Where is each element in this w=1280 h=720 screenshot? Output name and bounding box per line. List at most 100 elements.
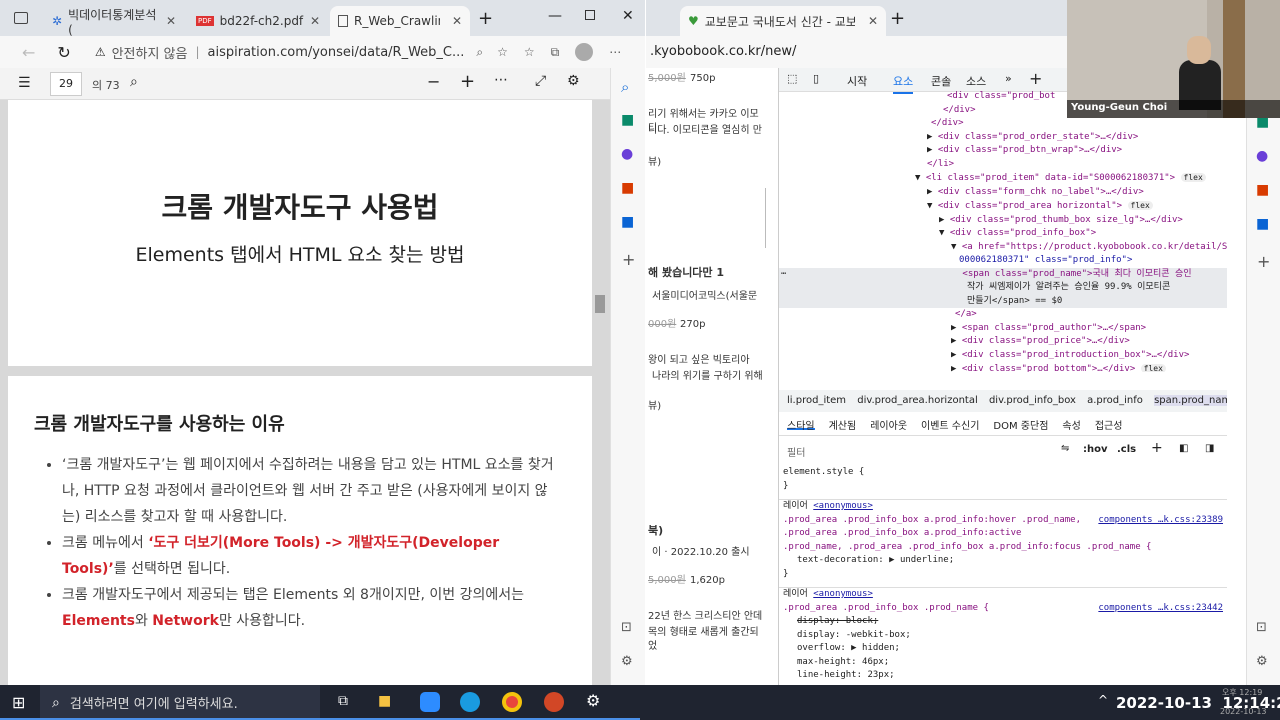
- style-property[interactable]: display: block;: [779, 615, 1227, 629]
- close-icon[interactable]: ✕: [868, 14, 878, 28]
- subtab-styles[interactable]: 스타일: [787, 417, 815, 432]
- dom-node[interactable]: ▶ <div class="form_chk no_label">…</div>: [779, 186, 1227, 200]
- flex-badge[interactable]: flex: [1127, 201, 1153, 210]
- outlook-icon[interactable]: ■: [1256, 216, 1269, 232]
- close-icon[interactable]: ✕: [452, 14, 462, 28]
- office-icon[interactable]: ■: [1256, 182, 1269, 198]
- window-close-icon[interactable]: ✕: [622, 8, 634, 24]
- more-icon[interactable]: ⋯: [494, 72, 508, 88]
- dom-node[interactable]: 000062180371" class="prod_info">: [779, 254, 1227, 268]
- breadcrumb-item[interactable]: div.prod_info_box: [989, 395, 1076, 406]
- style-property[interactable]: overflow: ▶ hidden;: [779, 642, 1227, 656]
- book-title[interactable]: 해 봤습니다만 1: [648, 266, 724, 280]
- powerpoint-icon[interactable]: [544, 692, 564, 712]
- sidebar-toggle-icon[interactable]: ⊡: [1256, 620, 1267, 635]
- dom-node[interactable]: ▶ <div class="prod_price">…</div>: [779, 335, 1227, 349]
- search-icon[interactable]: ⌕: [621, 78, 629, 96]
- url-field[interactable]: aispiration.com/yonsei/data/R_Web_C...: [208, 45, 465, 60]
- dom-node[interactable]: ▼ <div class="prod_info_box">: [779, 227, 1227, 241]
- security-status[interactable]: 안전하지 않음: [112, 43, 188, 62]
- subtab-dom-breakpoints[interactable]: DOM 중단점: [993, 417, 1048, 432]
- add-icon[interactable]: +: [622, 250, 635, 269]
- source-link[interactable]: components_…k.css:23389: [1098, 514, 1223, 528]
- inspect-icon[interactable]: ⬚: [787, 72, 797, 85]
- scrollbar-thumb[interactable]: [595, 295, 605, 313]
- more-tabs-icon[interactable]: »: [1005, 72, 1012, 85]
- close-icon[interactable]: ✕: [166, 14, 176, 28]
- style-selector[interactable]: .prod_area .prod_info_box a.prod_info:ho…: [779, 514, 1227, 528]
- tab-pdf[interactable]: PDF bd22f-ch2.pdf ✕: [188, 6, 328, 36]
- zoom-icon[interactable]: ⌕: [476, 45, 483, 60]
- zoom-in-icon[interactable]: +: [460, 71, 475, 92]
- book-title[interactable]: 북): [648, 524, 663, 538]
- style-property[interactable]: max-height: 46px;: [779, 656, 1227, 670]
- more-icon[interactable]: ⋯: [609, 45, 621, 59]
- hov-toggle[interactable]: :hov: [1083, 444, 1108, 455]
- tab-start[interactable]: 시작: [847, 73, 867, 89]
- subtab-accessibility[interactable]: 접근성: [1095, 417, 1123, 432]
- dom-node[interactable]: ▶ <div class="prod_thumb_box size_lg">…<…: [779, 214, 1227, 228]
- tools-icon[interactable]: ●: [1256, 148, 1268, 164]
- computed-icon[interactable]: ◧: [1179, 443, 1188, 454]
- task-view-icon[interactable]: ⧉: [338, 693, 348, 709]
- add-icon[interactable]: +: [1029, 69, 1042, 88]
- cls-toggle[interactable]: .cls: [1117, 444, 1136, 455]
- dom-node[interactable]: ▼ <div class="prod_area horizontal"> fle…: [779, 199, 1227, 214]
- sidebar-toggle-icon[interactable]: ⊡: [621, 620, 632, 635]
- windows-start-icon[interactable]: ⊞: [12, 693, 25, 712]
- add-icon[interactable]: +: [1257, 252, 1270, 271]
- dom-node[interactable]: ▶ <div class="prod_introduction_box">…</…: [779, 349, 1227, 363]
- collections-icon[interactable]: ⧉: [551, 45, 560, 60]
- paint-icon[interactable]: ⇋: [1061, 443, 1069, 454]
- dom-node[interactable]: </div>: [779, 117, 1227, 131]
- dom-node[interactable]: ▶ <div class="prod_order_state">…</div>: [779, 131, 1227, 145]
- tab-bigdata[interactable]: ✲ 빅데이터통계분석 ( ✕: [44, 6, 184, 37]
- filter-input[interactable]: 필터: [787, 444, 805, 459]
- contents-icon[interactable]: ☰: [18, 75, 31, 91]
- source-link[interactable]: components_…k.css:23442: [1098, 602, 1223, 616]
- sidebar-icon[interactable]: ◨: [1205, 443, 1214, 454]
- style-property[interactable]: display: -webkit-box;: [779, 629, 1227, 643]
- shopping-icon[interactable]: ■: [621, 112, 634, 128]
- flex-badge[interactable]: flex: [1140, 364, 1166, 372]
- subtab-event-listeners[interactable]: 이벤트 수신기: [921, 417, 979, 432]
- edge-icon[interactable]: [460, 692, 480, 712]
- settings-icon[interactable]: ⚙: [621, 654, 633, 669]
- dom-node[interactable]: ▶ <div class="prod_btn_wrap">…</div>: [779, 144, 1227, 158]
- dom-node[interactable]: ▼ <li class="prod_item" data-id="S000062…: [779, 171, 1227, 186]
- chrome-icon[interactable]: [502, 692, 522, 712]
- breadcrumb-item[interactable]: div.prod_area.horizontal: [857, 395, 978, 406]
- minimize-icon[interactable]: —: [548, 8, 562, 24]
- tab-kyobobook[interactable]: ♥ 교보문고 국내도서 신간 - 교보문 ✕: [680, 6, 886, 36]
- style-selector[interactable]: .prod_area .prod_info_box .prod_name {co…: [779, 602, 1227, 616]
- style-property[interactable]: line-height: 23px;: [779, 669, 1227, 683]
- dom-node[interactable]: ▶ <div class="prod_bottom">…</div> flex: [779, 362, 1227, 372]
- layer-link[interactable]: <anonymous>: [813, 589, 873, 599]
- subtab-properties[interactable]: 속성: [1062, 417, 1080, 432]
- chevron-up-icon[interactable]: ^: [1098, 693, 1108, 707]
- dom-node[interactable]: ▶ <span class="prod_author">…</span>: [779, 322, 1227, 336]
- file-explorer-icon[interactable]: ■: [378, 693, 391, 709]
- style-property[interactable]: text-decoration: ▶ underline;: [779, 554, 1227, 568]
- new-tab-icon[interactable]: +: [890, 8, 905, 29]
- taskbar-search[interactable]: ⌕ 검색하려면 여기에 입력하세요.: [40, 685, 320, 720]
- search-icon[interactable]: ⌕: [130, 74, 138, 90]
- breadcrumb-item[interactable]: span.prod_name: [1154, 395, 1227, 406]
- subtab-layout[interactable]: 레이아웃: [870, 417, 907, 432]
- avatar[interactable]: [575, 43, 594, 61]
- zoom-app-icon[interactable]: [420, 692, 440, 712]
- settings-icon[interactable]: ⚙: [567, 73, 580, 89]
- tab-sources[interactable]: 소스: [966, 73, 986, 89]
- layer-link[interactable]: <anonymous>: [813, 501, 873, 511]
- scrollbar-thumb[interactable]: [765, 188, 766, 248]
- settings-icon[interactable]: ⚙: [586, 691, 600, 710]
- page-number-input[interactable]: 29: [50, 72, 82, 96]
- style-rule[interactable]: element.style {: [779, 466, 1227, 480]
- breadcrumb-item[interactable]: li.prod_item: [787, 395, 846, 406]
- maximize-icon[interactable]: [585, 10, 595, 20]
- tab-console[interactable]: 콘솔: [931, 73, 951, 89]
- subtab-computed[interactable]: 계산됨: [829, 417, 857, 432]
- back-icon[interactable]: ←: [22, 43, 35, 62]
- office-icon[interactable]: ■: [621, 180, 634, 196]
- favorite-add-icon[interactable]: ☆: [497, 45, 508, 59]
